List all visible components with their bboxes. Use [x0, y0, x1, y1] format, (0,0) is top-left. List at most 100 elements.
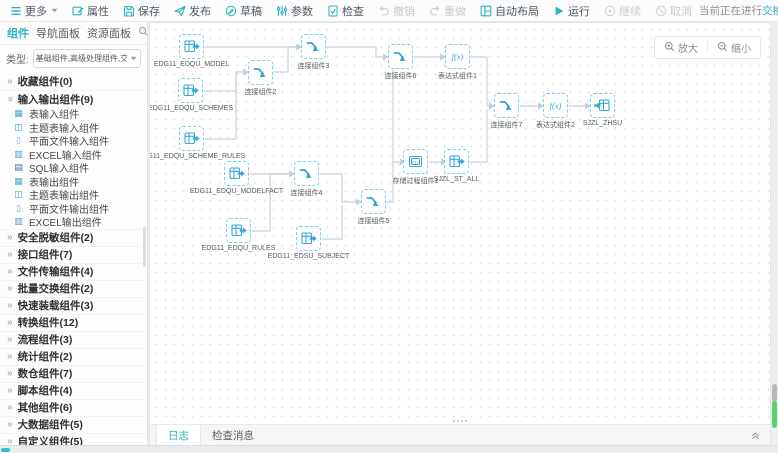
- properties-icon: [72, 5, 84, 17]
- sidebar-item-表输出组件[interactable]: ▦表输出组件: [0, 175, 147, 189]
- log-tab-log[interactable]: 日志: [156, 425, 201, 445]
- node-connector-3[interactable]: 连接组件3: [301, 34, 326, 59]
- table-in-node-icon[interactable]: [226, 218, 251, 243]
- node-connector-7[interactable]: 连接组件7: [494, 93, 519, 118]
- sidebar-tab-resource-panel[interactable]: 资源面板: [87, 25, 131, 41]
- toolbar-check-button[interactable]: 检查: [320, 3, 371, 19]
- sidebar-tab-nav-panel[interactable]: 导航面板: [36, 25, 80, 41]
- section-label: 输入输出组件(9): [18, 92, 94, 107]
- zoom-out-button[interactable]: 缩小: [717, 40, 751, 55]
- toolbar-publish-button[interactable]: 发布: [167, 3, 218, 19]
- connector-node-icon[interactable]: [361, 189, 386, 214]
- sidebar-item-平面文件输出组件[interactable]: ▯平面文件输出组件: [0, 202, 147, 216]
- toolbar-auto-layout-button[interactable]: 自动布局: [473, 3, 546, 19]
- type-select[interactable]: 基础组件,高级处理组件,交换组件: [33, 49, 141, 68]
- sidebar-section-7[interactable]: »转换组件(12): [0, 314, 147, 331]
- node-connector-5[interactable]: 连接组件5: [361, 189, 386, 214]
- node-sjzl-zhsu[interactable]: SJZL_ZHSU: [590, 93, 615, 118]
- connector-node-icon[interactable]: [494, 93, 519, 118]
- toolbar-undo-button[interactable]: 撤销: [371, 3, 422, 19]
- search-icon[interactable]: [138, 26, 148, 40]
- toolbar-params-label: 参数: [291, 3, 313, 19]
- toolbar-run-button[interactable]: 运行: [546, 3, 597, 19]
- toolbar-properties-button[interactable]: 属性: [65, 3, 116, 19]
- window-bottom-edge: [0, 445, 778, 453]
- toolbar-draft-button[interactable]: 草稿: [218, 3, 269, 19]
- sidebar-section-6[interactable]: »快速装载组件(3): [0, 297, 147, 314]
- node-expression-1[interactable]: f(x)表达式组件1: [445, 44, 470, 69]
- connector-node-icon[interactable]: [294, 161, 319, 186]
- connector-node-icon[interactable]: [248, 60, 273, 85]
- sidebar-item-主题表输出组件[interactable]: ◫主题表输出组件: [0, 188, 147, 202]
- sidebar-scrollbar-thumb[interactable]: [143, 227, 146, 267]
- table-in-node-icon[interactable]: [224, 161, 249, 186]
- log-tab-check-messages[interactable]: 检查消息: [201, 425, 265, 445]
- flow-canvas[interactable]: 放大 缩小 EDG11_EDQU_MODEL 连接组件2 连接组件3 EDG11_ED…: [150, 23, 770, 417]
- toolbar-check-label: 检查: [342, 3, 364, 19]
- table-in-node-icon[interactable]: [179, 126, 204, 151]
- sidebar-section-11[interactable]: »脚本组件(4): [0, 382, 147, 399]
- canvas-vscroll-indicator[interactable]: [772, 401, 777, 428]
- proc-node-icon[interactable]: PL0: [403, 149, 428, 174]
- sidebar-section-10[interactable]: »数仓组件(7): [0, 365, 147, 382]
- sidebar-tabs: 组件导航面板资源面板 «: [0, 22, 147, 45]
- toolbar-properties-label: 属性: [87, 3, 109, 19]
- table-in-node-icon[interactable]: [178, 78, 203, 103]
- sidebar-hscroll-thumb[interactable]: [1, 448, 10, 452]
- table-in-node-icon[interactable]: [444, 149, 469, 174]
- toolbar-resume-button[interactable]: 继续: [597, 3, 648, 19]
- sidebar-item-主题表输入组件[interactable]: ◫主题表输入组件: [0, 121, 147, 135]
- sidebar-item-EXCEL输出组件[interactable]: ▥EXCEL输出组件: [0, 215, 147, 229]
- panel-resize-handle[interactable]: [150, 417, 770, 424]
- sidebar-item-平面文件输入组件[interactable]: ▯平面文件输入组件: [0, 134, 147, 148]
- chevron-collapsed-icon: »: [7, 267, 13, 277]
- collapse-log-button[interactable]: [750, 425, 770, 445]
- sidebar-section-14[interactable]: »自定义组件(5): [0, 433, 147, 447]
- sidebar-item-SQL输入组件[interactable]: ▤SQL输入组件: [0, 161, 147, 175]
- node-connector-2[interactable]: 连接组件2: [248, 60, 273, 85]
- node-edg11-edqu-scheme-rules[interactable]: EDG11_EDQU_SCHEME_RULES: [179, 126, 204, 151]
- sidebar-section-9[interactable]: »统计组件(2): [0, 348, 147, 365]
- connector-node-icon[interactable]: [388, 44, 413, 69]
- sidebar-section-3[interactable]: »接口组件(7): [0, 246, 147, 263]
- node-edg11-edqu-rules[interactable]: EDG11_EDQU_RULES: [226, 218, 251, 243]
- sidebar-section-13[interactable]: »大数据组件(5): [0, 416, 147, 433]
- node-stored-proc-1[interactable]: PL0存储过程组件1: [403, 149, 428, 174]
- node-label: 表达式组件1: [438, 71, 477, 81]
- node-edg11-edqu-schemes[interactable]: EDG11_EDQU_SCHEMES: [178, 78, 203, 103]
- sidebar-section-12[interactable]: »其他组件(6): [0, 399, 147, 416]
- zoom-in-button[interactable]: 放大: [664, 40, 698, 55]
- node-sjzl-st-all[interactable]: SJZL_ST_ALL: [444, 149, 469, 174]
- sidebar-section-5[interactable]: »批量交换组件(2): [0, 280, 147, 297]
- sidebar-section-2[interactable]: »安全脱敏组件(2): [0, 229, 147, 246]
- node-edg11-edqu-model[interactable]: EDG11_EDQU_MODEL: [179, 34, 204, 59]
- fx-node-icon[interactable]: f(x): [445, 44, 470, 69]
- toolbar-redo-button[interactable]: 重做: [422, 3, 473, 19]
- type-filter-row: 类型: 基础组件,高级处理组件,交换组件: [0, 45, 147, 73]
- sidebar-section-8[interactable]: »流程组件(3): [0, 331, 147, 348]
- toolbar: 更多属性保存发布草稿参数检查撤销重做自动布局运行继续取消当前正在进行交换任务配置: [0, 0, 778, 22]
- toolbar-params-button[interactable]: 参数: [269, 3, 320, 19]
- toolbar-more-button[interactable]: 更多: [3, 3, 65, 19]
- connector-node-icon[interactable]: [301, 34, 326, 59]
- sidebar-section-4[interactable]: »文件传输组件(4): [0, 263, 147, 280]
- node-expression-2[interactable]: f(x)表达式组件2: [543, 93, 568, 118]
- sidebar-tab-components[interactable]: 组件: [7, 25, 29, 41]
- toolbar-cancel-button[interactable]: 取消: [648, 3, 699, 19]
- table-in-node-icon[interactable]: [296, 226, 321, 251]
- node-edg11-edqu-modelfact[interactable]: EDG11_EDQU_MODELFACT: [224, 161, 249, 186]
- sidebar-item-EXCEL输入组件[interactable]: ▥EXCEL输入组件: [0, 148, 147, 162]
- table-out-node-icon[interactable]: [590, 93, 615, 118]
- sidebar-item-表输入组件[interactable]: ▦表输入组件: [0, 107, 147, 121]
- sidebar-section-0[interactable]: »收藏组件(0): [0, 73, 147, 90]
- toolbar-save-button[interactable]: 保存: [116, 3, 167, 19]
- canvas-vscroll-thumb[interactable]: [772, 384, 777, 402]
- sidebar-section-1[interactable]: »输入输出组件(9): [0, 90, 147, 107]
- node-edg11-edsu-subject[interactable]: EDG11_EDSU_SUBJECT: [296, 226, 321, 251]
- node-connector-6[interactable]: 连接组件6: [388, 44, 413, 69]
- publish-icon: [174, 5, 186, 17]
- node-connector-4[interactable]: 连接组件4: [294, 161, 319, 186]
- table-in-node-icon[interactable]: [179, 34, 204, 59]
- fx-node-icon[interactable]: f(x): [543, 93, 568, 118]
- node-label: SJZL_ST_ALL: [434, 176, 480, 183]
